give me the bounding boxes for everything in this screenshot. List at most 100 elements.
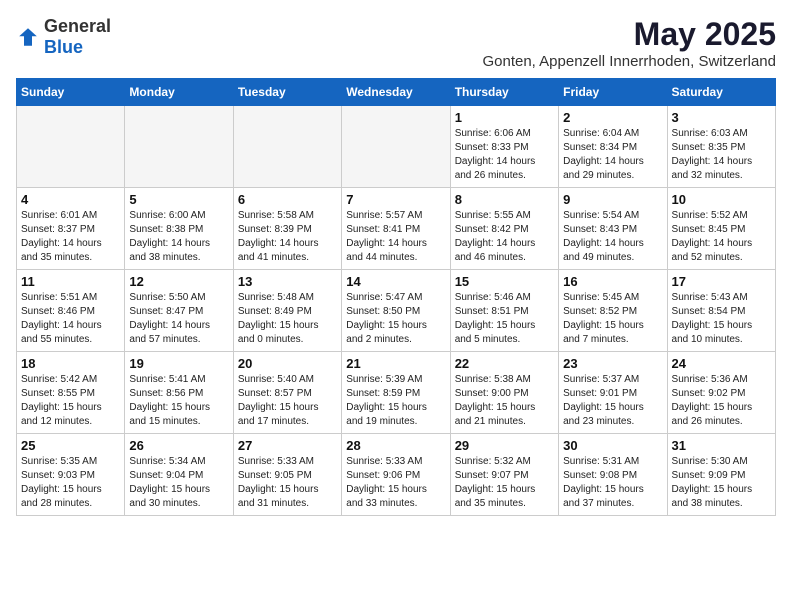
day-info: Sunrise: 5:31 AM Sunset: 9:08 PM Dayligh… bbox=[563, 455, 662, 511]
day-cell: 24 Sunrise: 5:36 AM Sunset: 9:02 PM Dayli… bbox=[667, 352, 775, 434]
day-info: Sunrise: 5:39 AM Sunset: 8:59 PM Dayligh… bbox=[346, 373, 445, 429]
day-cell: 30 Sunrise: 5:31 AM Sunset: 9:08 PM Dayli… bbox=[559, 434, 667, 516]
day-cell: 17 Sunrise: 5:43 AM Sunset: 8:54 PM Dayli… bbox=[667, 270, 775, 352]
day-cell bbox=[342, 106, 450, 188]
day-number: 23 bbox=[563, 356, 662, 371]
header-monday: Monday bbox=[125, 79, 233, 106]
week-row-4: 18 Sunrise: 5:42 AM Sunset: 8:55 PM Dayli… bbox=[17, 352, 776, 434]
day-cell: 7Sunrise: 5:57 AM Sunset: 8:41 PM Daylig… bbox=[342, 188, 450, 270]
day-number: 28 bbox=[346, 438, 445, 453]
day-cell: 10 Sunrise: 5:52 AM Sunset: 8:45 PM Dayli… bbox=[667, 188, 775, 270]
day-info: Sunrise: 5:35 AM Sunset: 9:03 PM Dayligh… bbox=[21, 455, 120, 511]
day-number: 11 bbox=[21, 274, 120, 289]
day-number: 15 bbox=[455, 274, 554, 289]
day-info: Sunrise: 5:50 AM Sunset: 8:47 PM Dayligh… bbox=[129, 291, 228, 347]
header-friday: Friday bbox=[559, 79, 667, 106]
day-info: Sunrise: 5:43 AM Sunset: 8:54 PM Dayligh… bbox=[672, 291, 771, 347]
day-info: Sunrise: 5:41 AM Sunset: 8:56 PM Dayligh… bbox=[129, 373, 228, 429]
day-cell: 28 Sunrise: 5:33 AM Sunset: 9:06 PM Dayli… bbox=[342, 434, 450, 516]
day-number: 27 bbox=[238, 438, 337, 453]
day-info: Sunrise: 5:48 AM Sunset: 8:49 PM Dayligh… bbox=[238, 291, 337, 347]
day-cell: 9Sunrise: 5:54 AM Sunset: 8:43 PM Daylig… bbox=[559, 188, 667, 270]
day-info: Sunrise: 5:47 AM Sunset: 8:50 PM Dayligh… bbox=[346, 291, 445, 347]
day-cell bbox=[125, 106, 233, 188]
day-cell: 12 Sunrise: 5:50 AM Sunset: 8:47 PM Dayli… bbox=[125, 270, 233, 352]
day-number: 18 bbox=[21, 356, 120, 371]
day-number: 17 bbox=[672, 274, 771, 289]
day-cell: 6Sunrise: 5:58 AM Sunset: 8:39 PM Daylig… bbox=[233, 188, 341, 270]
logo-icon bbox=[16, 25, 40, 49]
week-row-5: 25 Sunrise: 5:35 AM Sunset: 9:03 PM Dayli… bbox=[17, 434, 776, 516]
day-number: 25 bbox=[21, 438, 120, 453]
day-cell: 11 Sunrise: 5:51 AM Sunset: 8:46 PM Dayli… bbox=[17, 270, 125, 352]
title-block: May 2025 Gonten, Appenzell Innerrhoden, … bbox=[482, 16, 776, 70]
day-info: Sunrise: 5:46 AM Sunset: 8:51 PM Dayligh… bbox=[455, 291, 554, 347]
day-cell: 23 Sunrise: 5:37 AM Sunset: 9:01 PM Dayli… bbox=[559, 352, 667, 434]
day-cell bbox=[17, 106, 125, 188]
day-info: Sunrise: 5:45 AM Sunset: 8:52 PM Dayligh… bbox=[563, 291, 662, 347]
header-thursday: Thursday bbox=[450, 79, 558, 106]
header-wednesday: Wednesday bbox=[342, 79, 450, 106]
day-number: 12 bbox=[129, 274, 228, 289]
day-cell: 21Sunrise: 5:39 AM Sunset: 8:59 PM Dayli… bbox=[342, 352, 450, 434]
day-number: 8 bbox=[455, 192, 554, 207]
day-info: Sunrise: 5:37 AM Sunset: 9:01 PM Dayligh… bbox=[563, 373, 662, 429]
day-cell: 15 Sunrise: 5:46 AM Sunset: 8:51 PM Dayli… bbox=[450, 270, 558, 352]
day-number: 3 bbox=[672, 110, 771, 125]
day-number: 4 bbox=[21, 192, 120, 207]
day-cell: 4 Sunrise: 6:01 AM Sunset: 8:37 PM Daylig… bbox=[17, 188, 125, 270]
day-number: 31 bbox=[672, 438, 771, 453]
day-info: Sunrise: 5:38 AM Sunset: 9:00 PM Dayligh… bbox=[455, 373, 554, 429]
day-number: 2 bbox=[563, 110, 662, 125]
day-number: 13 bbox=[238, 274, 337, 289]
day-info: Sunrise: 5:51 AM Sunset: 8:46 PM Dayligh… bbox=[21, 291, 120, 347]
day-number: 14 bbox=[346, 274, 445, 289]
day-number: 19 bbox=[129, 356, 228, 371]
day-cell: 19 Sunrise: 5:41 AM Sunset: 8:56 PM Dayli… bbox=[125, 352, 233, 434]
day-cell: 2 Sunrise: 6:04 AM Sunset: 8:34 PM Daylig… bbox=[559, 106, 667, 188]
day-info: Sunrise: 6:04 AM Sunset: 8:34 PM Dayligh… bbox=[563, 127, 662, 183]
day-number: 26 bbox=[129, 438, 228, 453]
day-info: Sunrise: 6:06 AM Sunset: 8:33 PM Dayligh… bbox=[455, 127, 554, 183]
day-cell: 25 Sunrise: 5:35 AM Sunset: 9:03 PM Dayli… bbox=[17, 434, 125, 516]
logo: General Blue bbox=[16, 16, 111, 58]
day-cell: 8 Sunrise: 5:55 AM Sunset: 8:42 PM Daylig… bbox=[450, 188, 558, 270]
logo-blue: Blue bbox=[44, 37, 83, 57]
day-number: 16 bbox=[563, 274, 662, 289]
day-info: Sunrise: 5:36 AM Sunset: 9:02 PM Dayligh… bbox=[672, 373, 771, 429]
day-number: 30 bbox=[563, 438, 662, 453]
day-info: Sunrise: 6:01 AM Sunset: 8:37 PM Dayligh… bbox=[21, 209, 120, 265]
calendar-header-row: SundayMondayTuesdayWednesdayThursdayFrid… bbox=[17, 79, 776, 106]
logo-general: General bbox=[44, 16, 111, 36]
day-cell: 20Sunrise: 5:40 AM Sunset: 8:57 PM Dayli… bbox=[233, 352, 341, 434]
day-number: 20 bbox=[238, 356, 337, 371]
day-cell: 1Sunrise: 6:06 AM Sunset: 8:33 PM Daylig… bbox=[450, 106, 558, 188]
day-cell: 16 Sunrise: 5:45 AM Sunset: 8:52 PM Dayli… bbox=[559, 270, 667, 352]
day-cell: 14 Sunrise: 5:47 AM Sunset: 8:50 PM Dayli… bbox=[342, 270, 450, 352]
week-row-3: 11 Sunrise: 5:51 AM Sunset: 8:46 PM Dayli… bbox=[17, 270, 776, 352]
day-info: Sunrise: 5:42 AM Sunset: 8:55 PM Dayligh… bbox=[21, 373, 120, 429]
day-info: Sunrise: 5:52 AM Sunset: 8:45 PM Dayligh… bbox=[672, 209, 771, 265]
header-saturday: Saturday bbox=[667, 79, 775, 106]
day-info: Sunrise: 6:03 AM Sunset: 8:35 PM Dayligh… bbox=[672, 127, 771, 183]
day-info: Sunrise: 5:33 AM Sunset: 9:06 PM Dayligh… bbox=[346, 455, 445, 511]
day-number: 29 bbox=[455, 438, 554, 453]
day-info: Sunrise: 5:30 AM Sunset: 9:09 PM Dayligh… bbox=[672, 455, 771, 511]
day-number: 6 bbox=[238, 192, 337, 207]
header-tuesday: Tuesday bbox=[233, 79, 341, 106]
day-cell bbox=[233, 106, 341, 188]
day-info: Sunrise: 6:00 AM Sunset: 8:38 PM Dayligh… bbox=[129, 209, 228, 265]
day-cell: 27 Sunrise: 5:33 AM Sunset: 9:05 PM Dayli… bbox=[233, 434, 341, 516]
day-info: Sunrise: 5:55 AM Sunset: 8:42 PM Dayligh… bbox=[455, 209, 554, 265]
day-cell: 5Sunrise: 6:00 AM Sunset: 8:38 PM Daylig… bbox=[125, 188, 233, 270]
day-info: Sunrise: 5:32 AM Sunset: 9:07 PM Dayligh… bbox=[455, 455, 554, 511]
day-cell: 18 Sunrise: 5:42 AM Sunset: 8:55 PM Dayli… bbox=[17, 352, 125, 434]
week-row-2: 4 Sunrise: 6:01 AM Sunset: 8:37 PM Daylig… bbox=[17, 188, 776, 270]
calendar-table: SundayMondayTuesdayWednesdayThursdayFrid… bbox=[16, 78, 776, 516]
day-cell: 3 Sunrise: 6:03 AM Sunset: 8:35 PM Daylig… bbox=[667, 106, 775, 188]
day-info: Sunrise: 5:34 AM Sunset: 9:04 PM Dayligh… bbox=[129, 455, 228, 511]
day-number: 10 bbox=[672, 192, 771, 207]
day-info: Sunrise: 5:33 AM Sunset: 9:05 PM Dayligh… bbox=[238, 455, 337, 511]
day-number: 24 bbox=[672, 356, 771, 371]
day-info: Sunrise: 5:54 AM Sunset: 8:43 PM Dayligh… bbox=[563, 209, 662, 265]
